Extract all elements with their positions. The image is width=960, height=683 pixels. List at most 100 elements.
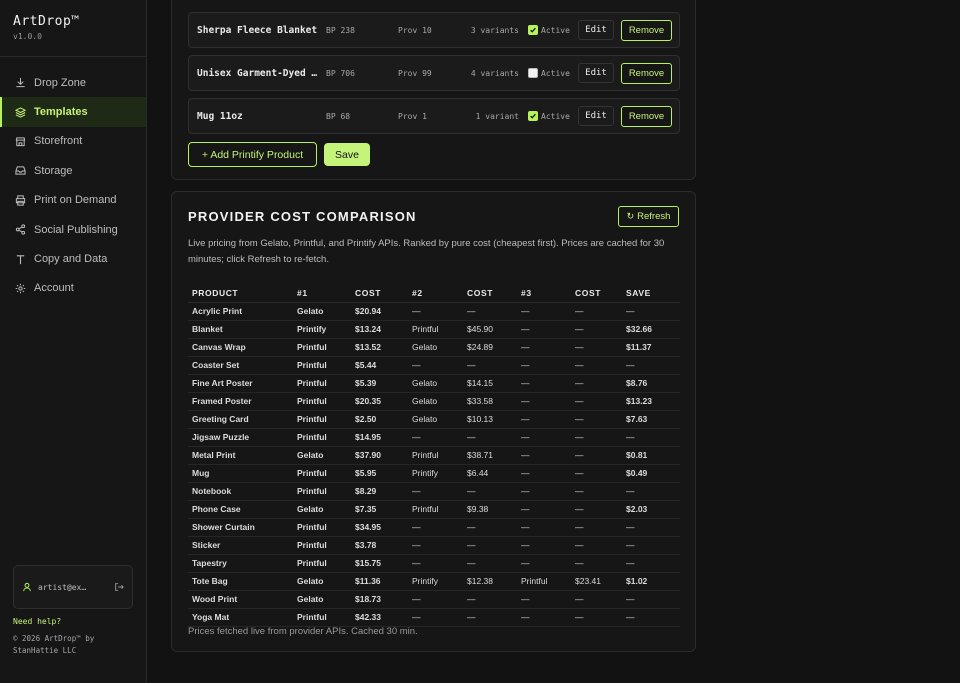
- sidebar-nav: Drop Zone Templates Storefront Storage Print…: [0, 68, 146, 303]
- table-row: Tote Bag Gelato $11.36 Printify $12.38 Printf…: [188, 572, 680, 591]
- edit-button[interactable]: Edit: [578, 106, 614, 126]
- table-row: Notebook Printful $8.29— — — — —: [188, 482, 680, 501]
- table-cell: $18.73: [351, 590, 408, 609]
- sidebar-item-copy-and-data[interactable]: Copy and Data: [0, 244, 146, 273]
- table-cell: —: [463, 536, 517, 555]
- remove-button[interactable]: Remove: [621, 105, 672, 127]
- logout-icon[interactable]: [114, 582, 124, 592]
- active-checkbox[interactable]: [528, 68, 538, 78]
- save-button[interactable]: Save: [324, 143, 370, 166]
- copyright: © 2026 ArtDrop™ by StanHattie LLC: [13, 634, 95, 655]
- sidebar-item-storage[interactable]: Storage: [0, 156, 146, 185]
- table-cell: $32.66: [622, 320, 680, 339]
- table-cell: —: [517, 482, 571, 501]
- active-label: Active: [541, 111, 570, 121]
- table-cell: —: [408, 518, 463, 537]
- table-cell: —: [622, 356, 680, 375]
- edit-button[interactable]: Edit: [578, 20, 614, 40]
- table-cell: Fine Art Poster: [188, 374, 293, 393]
- table-cell: Gelato: [408, 338, 463, 357]
- column-header: #3: [517, 285, 571, 303]
- table-cell: $11.37: [622, 338, 680, 357]
- table-cell: —: [571, 428, 622, 447]
- active-checkbox[interactable]: [528, 111, 538, 121]
- sidebar-item-label: Print on Demand: [34, 194, 117, 207]
- table-cell: —: [463, 554, 517, 573]
- sidebar-item-templates[interactable]: Templates: [0, 97, 146, 128]
- table-cell: Yoga Mat: [188, 608, 293, 627]
- table-cell: Printful: [293, 536, 351, 555]
- table-cell: —: [571, 608, 622, 627]
- table-cell: —: [517, 392, 571, 411]
- table-cell: Printful: [408, 446, 463, 465]
- table-cell: Greeting Card: [188, 410, 293, 429]
- active-toggle[interactable]: Active: [528, 111, 570, 121]
- table-row: Phone Case Gelato $7.35 Printful $9.38— — $2.0…: [188, 500, 680, 519]
- table-row: Acrylic Print Gelato $20.94— — — — —: [188, 302, 680, 321]
- share-icon: [14, 224, 26, 236]
- sidebar-item-print-on-demand[interactable]: Print on Demand: [0, 186, 146, 215]
- table-cell: $2.03: [622, 500, 680, 519]
- brand: ArtDrop™ v1.0.0: [0, 0, 146, 57]
- table-cell: —: [622, 518, 680, 537]
- app-name: ArtDrop™: [13, 14, 80, 29]
- sidebar-item-social-publishing[interactable]: Social Publishing: [0, 215, 146, 244]
- table-row: Canvas Wrap Printful $13.52 Gelato $24.89— — $…: [188, 338, 680, 357]
- sidebar-item-drop-zone[interactable]: Drop Zone: [0, 68, 146, 97]
- edit-button[interactable]: Edit: [578, 63, 614, 83]
- table-cell: —: [463, 608, 517, 627]
- table-cell: $5.95: [351, 464, 408, 483]
- refresh-label: Refresh: [637, 211, 671, 222]
- table-cell: —: [622, 482, 680, 501]
- refresh-button[interactable]: ↻ Refresh: [618, 206, 679, 227]
- table-cell: $8.29: [351, 482, 408, 501]
- table-cell: $13.23: [622, 392, 680, 411]
- table-cell: $0.49: [622, 464, 680, 483]
- active-toggle[interactable]: Active: [528, 68, 570, 78]
- provider-id: Prov 10: [398, 25, 432, 35]
- table-cell: —: [517, 302, 571, 321]
- table-row: Sticker Printful $3.78— — — — —: [188, 536, 680, 555]
- table-cell: —: [571, 320, 622, 339]
- sidebar-item-label: Copy and Data: [34, 253, 108, 266]
- provider-id: Prov 99: [398, 68, 432, 78]
- table-cell: $10.13: [463, 410, 517, 429]
- table-cell: $0.81: [622, 446, 680, 465]
- table-cell: —: [463, 590, 517, 609]
- user-email: artist@ex…: [38, 582, 87, 592]
- table-cell: Shower Curtain: [188, 518, 293, 537]
- sidebar-item-label: Storefront: [34, 135, 83, 148]
- table-cell: $33.58: [463, 392, 517, 411]
- table-cell: Gelato: [293, 446, 351, 465]
- sidebar-item-label: Templates: [34, 106, 88, 119]
- column-header: COST: [571, 285, 622, 303]
- column-header: #2: [408, 285, 463, 303]
- sidebar-item-account[interactable]: Account: [0, 274, 146, 303]
- help-link[interactable]: Need help?: [13, 617, 61, 626]
- table-cell: —: [571, 374, 622, 393]
- storage-icon: [14, 165, 26, 177]
- table-cell: $13.52: [351, 338, 408, 357]
- table-cell: $20.94: [351, 302, 408, 321]
- remove-button[interactable]: Remove: [621, 62, 672, 84]
- remove-button[interactable]: Remove: [621, 19, 672, 41]
- table-cell: —: [517, 590, 571, 609]
- blueprint-id: BP 238: [326, 25, 355, 35]
- refresh-icon: ↻: [626, 211, 635, 221]
- table-cell: $14.15: [463, 374, 517, 393]
- active-toggle[interactable]: Active: [528, 25, 570, 35]
- table-cell: $7.63: [622, 410, 680, 429]
- table-cell: —: [517, 518, 571, 537]
- sidebar-item-label: Social Publishing: [34, 223, 118, 236]
- active-checkbox[interactable]: [528, 25, 538, 35]
- add-printify-product-button[interactable]: + Add Printify Product: [188, 142, 317, 167]
- table-cell: Mug: [188, 464, 293, 483]
- table-cell: Printful: [517, 572, 571, 591]
- table-cell: —: [622, 536, 680, 555]
- table-cell: —: [517, 536, 571, 555]
- table-cell: —: [571, 302, 622, 321]
- column-header: #1: [293, 285, 351, 303]
- table-row: Wood Print Gelato $18.73— — — — —: [188, 590, 680, 609]
- sidebar-item-storefront[interactable]: Storefront: [0, 127, 146, 156]
- table-row: Greeting Card Printful $2.50 Gelato $10.13— —…: [188, 410, 680, 429]
